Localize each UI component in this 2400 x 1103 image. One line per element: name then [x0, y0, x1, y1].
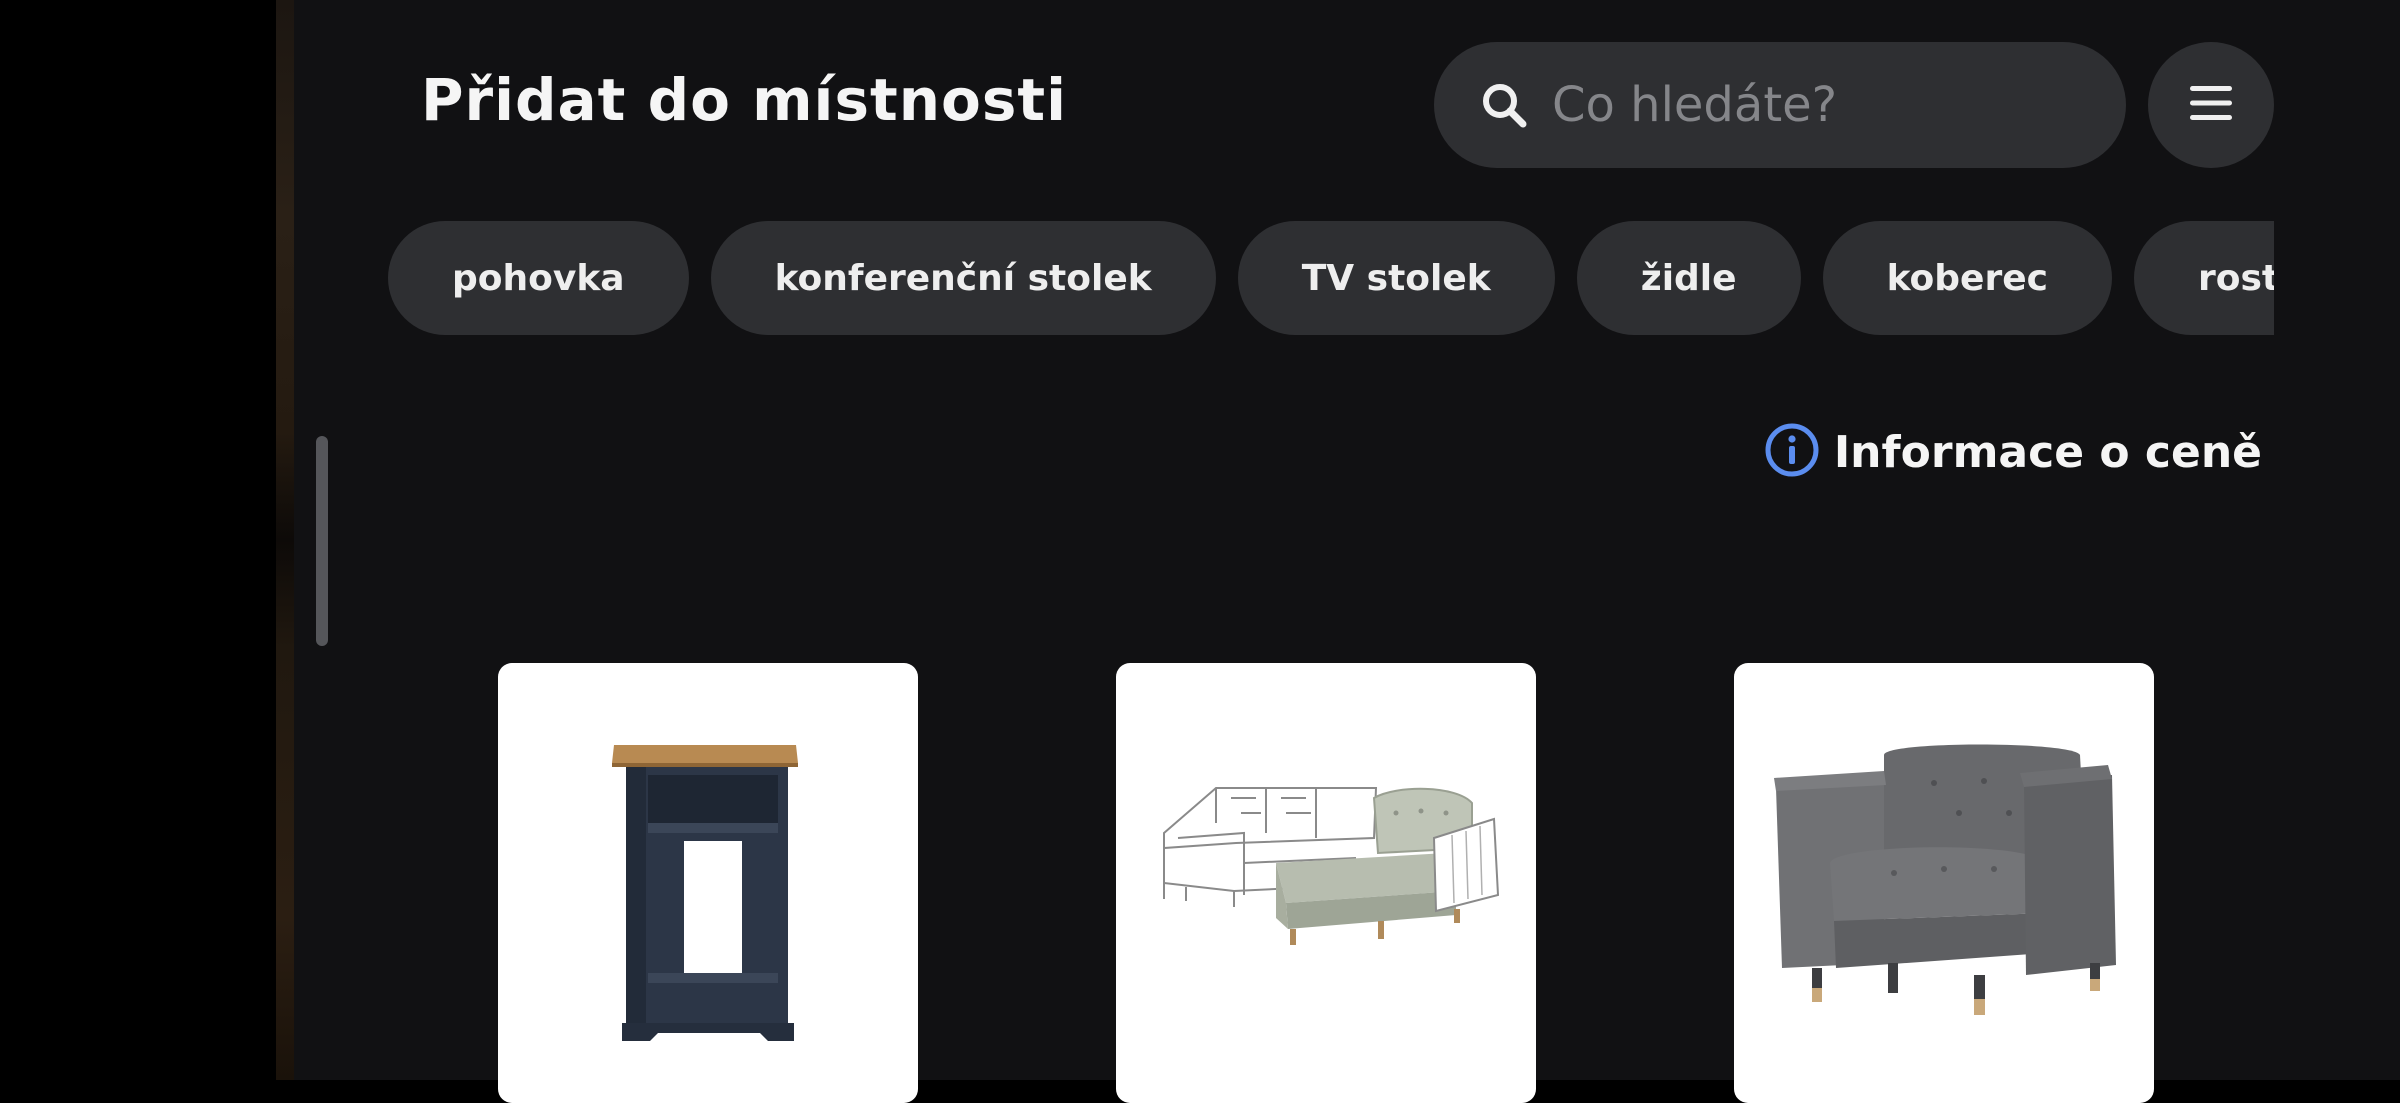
- category-chip-pohovka[interactable]: pohovka: [388, 221, 689, 335]
- camera-backdrop: [0, 0, 276, 1080]
- category-chip-koberec[interactable]: koberec: [1822, 221, 2112, 335]
- room-preview-edge: [276, 0, 294, 1080]
- price-info-link[interactable]: Informace o ceně: [1764, 422, 2262, 482]
- search-bar[interactable]: [1434, 42, 2126, 168]
- category-chip-rostliny[interactable]: rostliny: [2133, 221, 2274, 335]
- category-chip-konferencni-stolek[interactable]: konferenční stolek: [710, 221, 1216, 335]
- menu-button[interactable]: [2148, 42, 2274, 168]
- category-chip-zidle[interactable]: židle: [1576, 221, 1801, 335]
- hamburger-menu-icon: [2188, 83, 2234, 127]
- panel-drag-handle[interactable]: [316, 436, 328, 646]
- product-card[interactable]: [1116, 663, 1536, 1103]
- price-info-label: Informace o ceně: [1833, 426, 2262, 478]
- sofa-icon: [1163, 787, 1500, 945]
- product-card[interactable]: [498, 663, 918, 1103]
- search-input[interactable]: [1550, 76, 2094, 134]
- category-filter-bar: pohovka konferenční stolek TV stolek žid…: [388, 221, 2274, 335]
- product-card[interactable]: [1734, 663, 2154, 1103]
- search-icon: [1478, 79, 1530, 131]
- armchair-icon: [1774, 744, 2116, 1015]
- category-chip-tv-stolek[interactable]: TV stolek: [1237, 221, 1555, 335]
- page-title: Přidat do místnosti: [421, 66, 1067, 134]
- nightstand-icon: [612, 745, 798, 1041]
- info-icon: [1764, 422, 1820, 482]
